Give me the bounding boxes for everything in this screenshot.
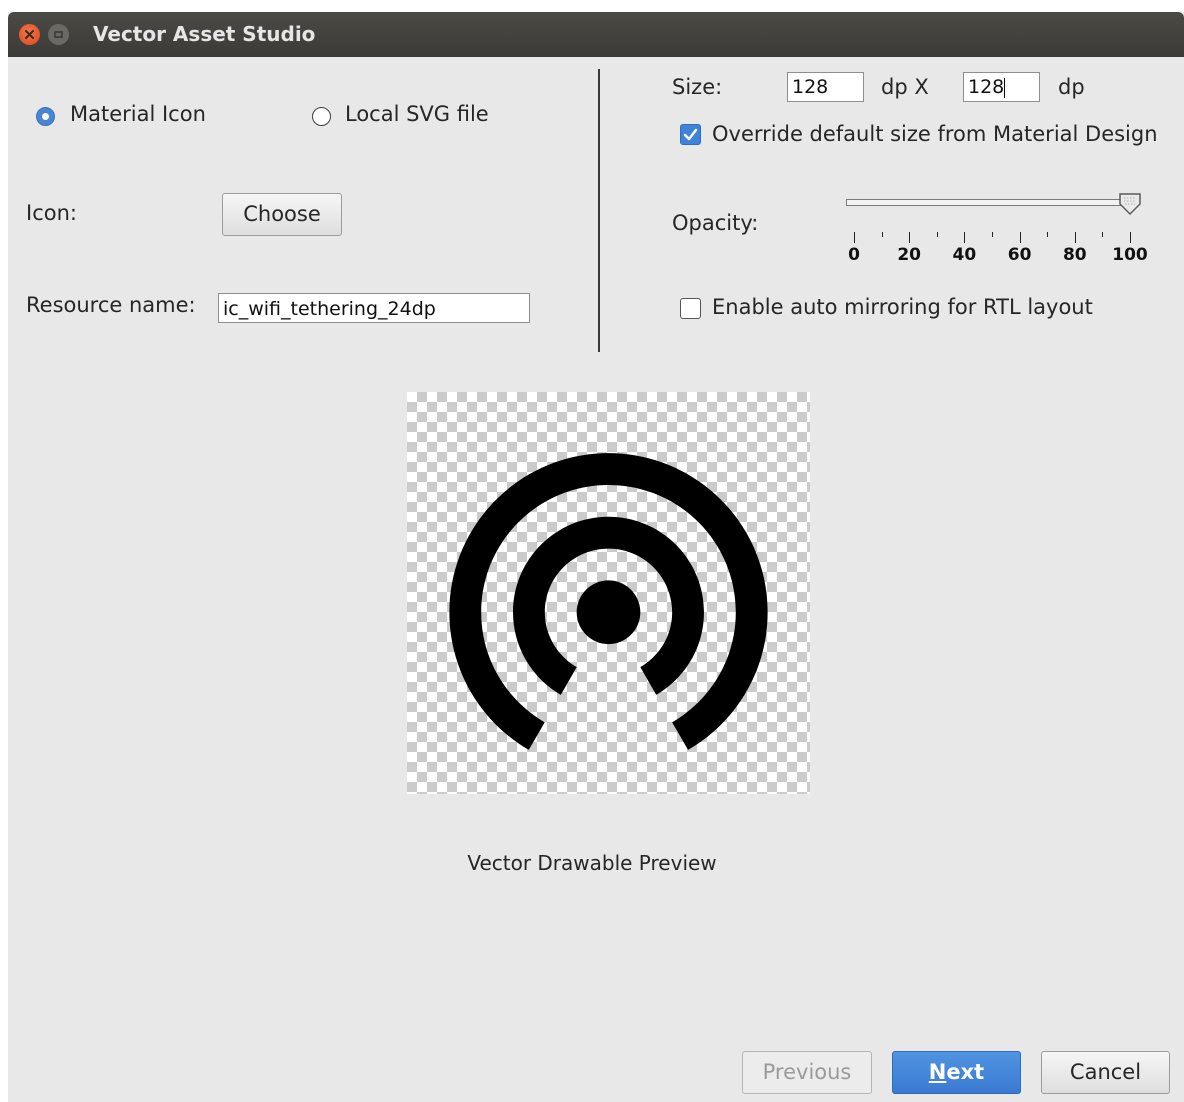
resource-name-input[interactable]: ic_wifi_tethering_24dp xyxy=(218,293,530,323)
window-title: Vector Asset Studio xyxy=(93,22,316,46)
close-window-button[interactable] xyxy=(19,24,40,45)
material-icon-label[interactable]: Material Icon xyxy=(70,102,206,126)
opacity-tick xyxy=(1130,232,1131,243)
opacity-tick-label: 80 xyxy=(1062,245,1087,265)
override-size-label[interactable]: Override default size from Material Desi… xyxy=(712,122,1158,146)
opacity-tick xyxy=(992,232,993,237)
cancel-button[interactable]: Cancel xyxy=(1041,1051,1170,1094)
override-size-checkbox[interactable] xyxy=(680,124,701,145)
opacity-slider-ticks: 0 20 40 60 80 100 xyxy=(834,190,1148,265)
auto-mirroring-checkbox[interactable] xyxy=(680,298,701,319)
size-width-unit: dp X xyxy=(881,75,929,99)
resource-name-label: Resource name: xyxy=(26,293,196,317)
opacity-tick-label: 0 xyxy=(848,245,860,265)
choose-icon-button[interactable]: Choose xyxy=(222,193,342,236)
minimize-window-button[interactable] xyxy=(48,24,69,45)
opacity-tick xyxy=(1102,232,1104,237)
opacity-tick-label: 40 xyxy=(952,245,977,265)
opacity-tick xyxy=(909,232,911,243)
preview-caption: Vector Drawable Preview xyxy=(467,851,717,875)
opacity-tick xyxy=(1074,232,1076,243)
wifi-tethering-icon xyxy=(449,453,768,750)
opacity-tick xyxy=(881,232,883,237)
auto-mirroring-label[interactable]: Enable auto mirroring for RTL layout xyxy=(712,295,1093,319)
opacity-slider[interactable]: 0 20 40 60 80 100 xyxy=(834,190,1148,265)
size-height-unit: dp xyxy=(1058,75,1085,99)
opacity-tick xyxy=(936,232,938,237)
next-button-label: Next xyxy=(928,1060,985,1084)
next-button[interactable]: Next xyxy=(892,1051,1021,1094)
size-width-input[interactable]: 128 xyxy=(787,72,864,102)
opacity-tick xyxy=(1019,232,1021,243)
material-icon-radio[interactable] xyxy=(36,107,55,126)
title-bar[interactable]: Vector Asset Studio xyxy=(8,12,1184,57)
close-icon xyxy=(25,30,34,39)
opacity-slider-thumb[interactable] xyxy=(1118,192,1142,216)
local-svg-radio[interactable] xyxy=(312,107,331,126)
opacity-tick xyxy=(1047,232,1049,237)
vector-asset-studio-window: Vector Asset Studio Material Icon Local … xyxy=(8,12,1184,1102)
opacity-tick-label: 100 xyxy=(1112,245,1148,265)
opacity-tick-label: 20 xyxy=(897,245,922,265)
size-height-value: 128 xyxy=(968,76,1005,98)
opacity-tick xyxy=(964,232,966,243)
column-divider xyxy=(598,69,600,352)
vector-drawable-preview xyxy=(407,392,810,794)
previous-button[interactable]: Previous xyxy=(742,1051,872,1094)
checkmark-icon xyxy=(683,128,698,141)
size-height-input[interactable]: 128 xyxy=(963,72,1040,102)
size-label: Size: xyxy=(672,75,723,99)
minimize-icon xyxy=(54,31,63,38)
opacity-label: Opacity: xyxy=(672,211,759,235)
opacity-tick xyxy=(854,232,855,243)
icon-label: Icon: xyxy=(26,201,77,225)
local-svg-label[interactable]: Local SVG file xyxy=(345,102,489,126)
text-cursor xyxy=(1004,77,1006,98)
opacity-tick-label: 60 xyxy=(1007,245,1032,265)
